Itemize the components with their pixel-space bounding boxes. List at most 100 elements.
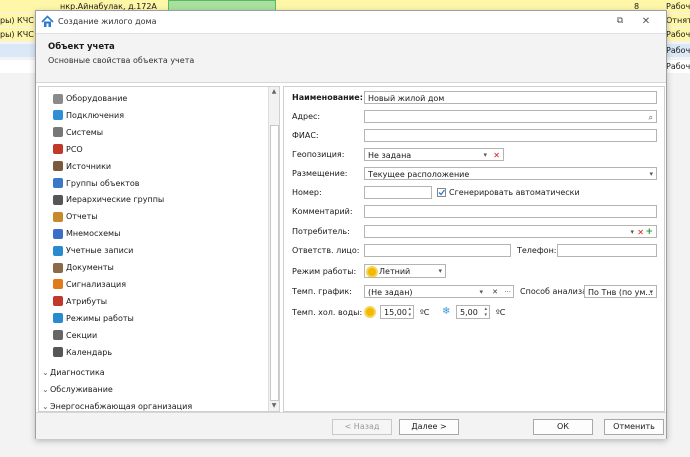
sidebar-item-calendar[interactable]: Календарь	[53, 345, 112, 361]
sidebar-item-label: Системы	[66, 127, 104, 137]
add-icon[interactable]: +	[645, 226, 653, 237]
winter-temp-input[interactable]: 5,00 ▴ ▾	[456, 305, 490, 319]
sidebar-item-label: Источники	[66, 161, 112, 171]
scroll-thumb[interactable]	[270, 125, 279, 401]
chevron-down-icon[interactable]: ▾	[649, 168, 653, 179]
scroll-up-icon[interactable]: ▲	[269, 87, 279, 97]
sidebar-item-systems[interactable]: Системы	[53, 125, 103, 141]
sidebar-group[interactable]: ⌄Диагностика	[42, 365, 105, 381]
geo-value: Не задана	[368, 151, 412, 160]
sidebar-item-attributes[interactable]: Атрибуты	[53, 294, 107, 310]
next-button[interactable]: Далее >	[399, 419, 459, 435]
comment-label: Комментарий:	[292, 207, 353, 216]
ok-button[interactable]: ОК	[533, 419, 593, 435]
sidebar-group[interactable]: ⌄Энергоснабжающая организация	[42, 399, 192, 411]
connections-icon	[53, 110, 63, 121]
chevron-down-icon[interactable]: ▾	[438, 265, 442, 277]
sidebar-item-label: Отчеты	[66, 212, 98, 222]
responsible-input[interactable]	[364, 244, 511, 257]
cancel-button[interactable]: Отменить	[604, 419, 664, 435]
fias-input[interactable]	[364, 129, 657, 142]
sidebar-item-hierarchy-groups[interactable]: Иерархические группы	[53, 192, 164, 208]
scrollbar[interactable]: ▲ ▼	[268, 87, 279, 411]
documents-icon	[53, 262, 63, 273]
chevron-down-icon[interactable]: ▾	[483, 149, 487, 160]
sidebar-item-sections[interactable]: Секции	[53, 328, 97, 344]
sidebar-item-accounts[interactable]: Учетные записи	[53, 243, 133, 259]
sidebar-item-alarm[interactable]: Сигнализация	[53, 277, 126, 293]
summer-temp-input[interactable]: 15,00 ▴ ▾	[380, 305, 414, 319]
phone-input[interactable]	[557, 244, 657, 257]
sidebar-item-connections[interactable]: Подключения	[53, 108, 124, 124]
sidebar-item-object-groups[interactable]: Группы объектов	[53, 176, 140, 192]
more-icon[interactable]: ···	[504, 286, 511, 297]
clear-icon[interactable]: ✕	[493, 149, 500, 160]
address-input[interactable]: ⌕	[364, 110, 657, 123]
sidebar-item-label: Иерархические группы	[66, 195, 165, 205]
chevron-down-icon[interactable]: ▾	[479, 286, 483, 297]
sidebar-item-mnemonic[interactable]: Мнемосхемы	[53, 226, 120, 242]
analysis-select[interactable]: По Тнв (по ум... ▾	[584, 285, 657, 298]
sidebar-group-label: Диагностика	[50, 368, 105, 377]
geo-select[interactable]: Не задана ▾ ✕	[364, 148, 504, 161]
temp-schedule-value: (Не задан)	[368, 288, 413, 297]
temp-schedule-select[interactable]: (Не задан) ▾ ✕ ···	[364, 285, 514, 298]
chevron-down-icon[interactable]: ▾	[649, 286, 653, 297]
sidebar-group[interactable]: ⌄Обслуживание	[42, 382, 113, 398]
systems-icon	[53, 127, 63, 138]
clear-icon[interactable]: ✕	[492, 286, 498, 297]
mode-select[interactable]: Летний ▾	[364, 264, 446, 278]
spin-icon[interactable]: ▴ ▾	[408, 306, 411, 318]
sidebar-item-documents[interactable]: Документы	[53, 260, 114, 276]
name-input[interactable]: Новый жилой дом	[364, 91, 657, 104]
restore-icon[interactable]: ⧉	[614, 16, 626, 27]
dialog-titlebar[interactable]: Создание жилого дома ⧉ ✕	[36, 11, 666, 34]
back-button[interactable]: < Назад	[332, 419, 392, 435]
temp-schedule-label: Темп. график:	[292, 287, 352, 296]
comment-input[interactable]	[364, 205, 657, 218]
chevron-down-icon[interactable]: ⌄	[42, 365, 50, 381]
chevron-down-icon[interactable]: ▾	[630, 226, 634, 237]
page-title: Объект учета	[48, 42, 115, 52]
sidebar-item-label: Сигнализация	[66, 279, 127, 289]
chevron-down-icon[interactable]: ⌄	[42, 382, 50, 398]
object-groups-icon	[53, 178, 63, 188]
page-subtitle: Основные свойства объекта учета	[48, 56, 195, 65]
placement-select[interactable]: Текущее расположение ▾	[364, 167, 657, 180]
clear-icon[interactable]: ✕	[637, 226, 644, 237]
analysis-value: По Тнв (по ум...	[588, 288, 654, 297]
cold-water-label: Темп. хол. воды:	[292, 308, 363, 317]
chevron-down-icon[interactable]: ⌄	[42, 399, 50, 411]
search-icon[interactable]: ⌕	[649, 111, 653, 122]
calendar-icon	[53, 347, 63, 357]
sidebar-item-label: Документы	[66, 263, 114, 272]
check-icon	[438, 189, 445, 196]
phone-label: Телефон:	[517, 246, 557, 255]
scroll-down-icon[interactable]: ▼	[269, 401, 279, 411]
close-icon[interactable]: ✕	[640, 16, 652, 27]
status-cell: Рабочи	[666, 46, 690, 55]
number-input[interactable]	[364, 186, 432, 199]
status-cell: Отнят н	[666, 16, 690, 25]
sidebar-item-work-modes[interactable]: Режимы работы	[53, 311, 134, 327]
consumer-select[interactable]: ▾ ✕ +	[364, 225, 657, 238]
sidebar-item-rso[interactable]: РСО	[53, 142, 83, 158]
sidebar-item-label: Атрибуты	[66, 296, 108, 306]
properties-form: Наименование: Новый жилой дом Адрес: ⌕ Ф…	[283, 86, 665, 412]
geo-label: Геопозиция:	[292, 150, 345, 159]
autogen-label: Сгенерировать автоматически	[449, 188, 580, 197]
dialog-header: Объект учета Основные свойства объекта у…	[36, 34, 666, 83]
sections-icon	[53, 330, 63, 341]
sidebar-item-label: Подключения	[66, 110, 125, 120]
reports-icon	[53, 211, 63, 222]
sources-icon	[53, 161, 63, 172]
sidebar-item-equipment[interactable]: Оборудование	[53, 91, 127, 107]
sidebar-item-sources[interactable]: Источники	[53, 159, 111, 175]
summer-temp-value: 15,00	[384, 308, 407, 317]
sidebar-item-label: Оборудование	[66, 94, 128, 103]
sidebar-item-reports[interactable]: Отчеты	[53, 209, 98, 225]
attributes-icon	[53, 296, 63, 307]
autogen-checkbox[interactable]	[437, 188, 446, 197]
spin-icon[interactable]: ▴ ▾	[484, 306, 487, 318]
number-label: Номер:	[292, 188, 322, 197]
